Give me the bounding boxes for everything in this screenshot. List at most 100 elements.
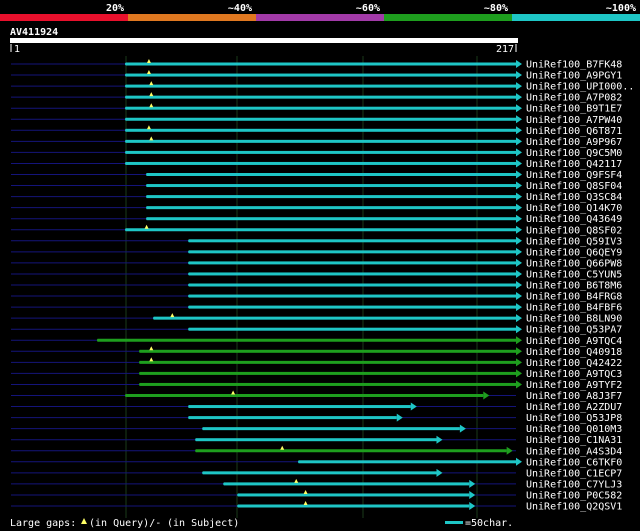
hit-label[interactable]: UniRef100_Q8SF02: [526, 225, 622, 236]
hit-bar[interactable]: [298, 460, 516, 464]
hit-bar[interactable]: [188, 250, 516, 254]
hit-bar[interactable]: [146, 217, 516, 221]
hit-label[interactable]: UniRef100_A7P082: [526, 93, 622, 104]
hit-row[interactable]: UniRef100_Q59IV3: [11, 236, 622, 247]
hit-row[interactable]: UniRef100_Q9C5M0: [11, 148, 622, 159]
hit-row[interactable]: UniRef100_A9P967: [11, 136, 622, 148]
hit-label[interactable]: UniRef100_Q53PA7: [526, 325, 622, 336]
hit-row[interactable]: UniRef100_Q2QSV1: [11, 501, 622, 513]
hit-label[interactable]: UniRef100_B9T1E7: [526, 104, 622, 115]
hit-bar[interactable]: [139, 371, 517, 375]
hit-bar[interactable]: [97, 338, 516, 342]
hit-bar[interactable]: [153, 316, 517, 320]
hit-row[interactable]: UniRef100_Q9FSF4: [11, 170, 622, 181]
hit-row[interactable]: UniRef100_A8J3F7: [11, 390, 622, 403]
hit-row[interactable]: UniRef100_C6TKF0: [11, 457, 622, 468]
hit-row[interactable]: UniRef100_C1ECP7: [11, 468, 622, 479]
hit-row[interactable]: UniRef100_Q8SF02: [11, 224, 622, 237]
hit-label[interactable]: UniRef100_C1ECP7: [526, 468, 622, 479]
hit-bar[interactable]: [188, 405, 411, 409]
hit-bar[interactable]: [125, 73, 517, 77]
hit-label[interactable]: UniRef100_Q66PW8: [526, 258, 622, 269]
hit-label[interactable]: UniRef100_Q3SC84: [526, 192, 622, 203]
hit-label[interactable]: UniRef100_Q42117: [526, 159, 622, 170]
hit-row[interactable]: UniRef100_Q40918: [11, 346, 622, 358]
hit-row[interactable]: UniRef100_A4S3D4: [11, 445, 622, 458]
hit-label[interactable]: UniRef100_C5YUN5: [526, 269, 622, 280]
hit-label[interactable]: UniRef100_A2ZDU7: [526, 402, 622, 413]
hit-bar[interactable]: [125, 62, 517, 66]
hit-label[interactable]: UniRef100_P0C582: [526, 490, 622, 501]
hit-bar[interactable]: [188, 327, 516, 331]
hit-label[interactable]: UniRef100_Q6T871: [526, 126, 622, 137]
hit-label[interactable]: UniRef100_Q9FSF4: [526, 170, 622, 181]
hit-row[interactable]: UniRef100_A9PGY1: [11, 70, 622, 82]
hit-bar[interactable]: [125, 128, 517, 132]
hit-bar[interactable]: [237, 504, 470, 508]
hit-label[interactable]: UniRef100_C6TKF0: [526, 457, 622, 468]
hit-row[interactable]: UniRef100_C7YLJ3: [11, 478, 622, 491]
hit-label[interactable]: UniRef100_A8J3F7: [526, 391, 622, 402]
hit-bar[interactable]: [202, 471, 437, 475]
hit-label[interactable]: UniRef100_A9TQC3: [526, 369, 622, 380]
hit-bar[interactable]: [125, 84, 517, 88]
hit-label[interactable]: UniRef100_A9PGY1: [526, 71, 622, 82]
hit-row[interactable]: UniRef100_Q8SF04: [11, 181, 622, 192]
hit-row[interactable]: UniRef100_B6T8M6: [11, 281, 622, 292]
hit-bar[interactable]: [202, 427, 460, 431]
hit-bar[interactable]: [125, 161, 517, 165]
hit-bar[interactable]: [146, 206, 516, 210]
hit-row[interactable]: UniRef100_C5YUN5: [11, 269, 622, 280]
hit-row[interactable]: UniRef100_Q42422: [11, 357, 622, 369]
hit-label[interactable]: UniRef100_Q43649: [526, 214, 622, 225]
hit-row[interactable]: UniRef100_P0C582: [11, 489, 622, 502]
hit-row[interactable]: UniRef100_B4FRG8: [11, 292, 622, 303]
hit-bar[interactable]: [188, 294, 516, 298]
hit-row[interactable]: UniRef100_Q42117: [11, 159, 622, 170]
hit-row[interactable]: UniRef100_A7P082: [11, 92, 622, 104]
hit-row[interactable]: UniRef100_Q43649: [11, 214, 622, 225]
hit-label[interactable]: UniRef100_B7FK48: [526, 60, 622, 71]
hit-bar[interactable]: [125, 228, 517, 232]
hit-label[interactable]: UniRef100_UPI000..: [526, 82, 634, 93]
hit-row[interactable]: UniRef100_Q6QEY9: [11, 247, 622, 258]
hit-row[interactable]: UniRef100_A7PW40: [11, 115, 622, 126]
hit-label[interactable]: UniRef100_C1NA31: [526, 435, 622, 446]
hit-row[interactable]: UniRef100_Q3SC84: [11, 192, 622, 203]
hit-row[interactable]: UniRef100_A9TQC4: [11, 336, 622, 347]
hit-label[interactable]: UniRef100_Q8SF04: [526, 181, 622, 192]
hit-bar[interactable]: [195, 449, 507, 453]
hit-row[interactable]: UniRef100_Q6T871: [11, 125, 622, 137]
hit-label[interactable]: UniRef100_Q14K70: [526, 203, 622, 214]
hit-row[interactable]: UniRef100_Q010M3: [11, 424, 622, 435]
hit-row[interactable]: UniRef100_Q53JP8: [11, 413, 622, 424]
hit-bar[interactable]: [125, 106, 517, 110]
hit-label[interactable]: UniRef100_A7PW40: [526, 115, 622, 126]
hit-label[interactable]: UniRef100_Q6QEY9: [526, 247, 622, 258]
hit-bar[interactable]: [125, 394, 484, 397]
hit-bar[interactable]: [146, 195, 516, 199]
hit-bar[interactable]: [188, 239, 516, 243]
hit-bar[interactable]: [139, 360, 517, 364]
hit-label[interactable]: UniRef100_Q42422: [526, 358, 622, 369]
hit-bar[interactable]: [188, 283, 516, 287]
hit-row[interactable]: UniRef100_Q66PW8: [11, 258, 622, 269]
hit-bar[interactable]: [139, 382, 517, 386]
hit-label[interactable]: UniRef100_C7YLJ3: [526, 479, 622, 490]
hit-bar[interactable]: [188, 416, 397, 420]
hit-label[interactable]: UniRef100_Q40918: [526, 347, 622, 358]
hit-row[interactable]: UniRef100_B4FBF6: [11, 303, 622, 314]
hit-bar[interactable]: [125, 139, 517, 143]
hit-bar[interactable]: [125, 150, 517, 154]
hit-row[interactable]: UniRef100_B8LN90: [11, 313, 622, 325]
hit-label[interactable]: UniRef100_Q9C5M0: [526, 148, 622, 159]
hit-label[interactable]: UniRef100_Q53JP8: [526, 413, 622, 424]
hit-label[interactable]: UniRef100_A9P967: [526, 137, 622, 148]
hit-label[interactable]: UniRef100_B4FBF6: [526, 303, 622, 314]
hit-row[interactable]: UniRef100_A9TQC3: [11, 369, 622, 380]
hit-bar[interactable]: [223, 482, 470, 486]
hit-label[interactable]: UniRef100_Q2QSV1: [526, 502, 622, 513]
hit-bar[interactable]: [125, 117, 517, 121]
hit-label[interactable]: UniRef100_A4S3D4: [526, 446, 622, 457]
hit-label[interactable]: UniRef100_B6T8M6: [526, 281, 622, 292]
